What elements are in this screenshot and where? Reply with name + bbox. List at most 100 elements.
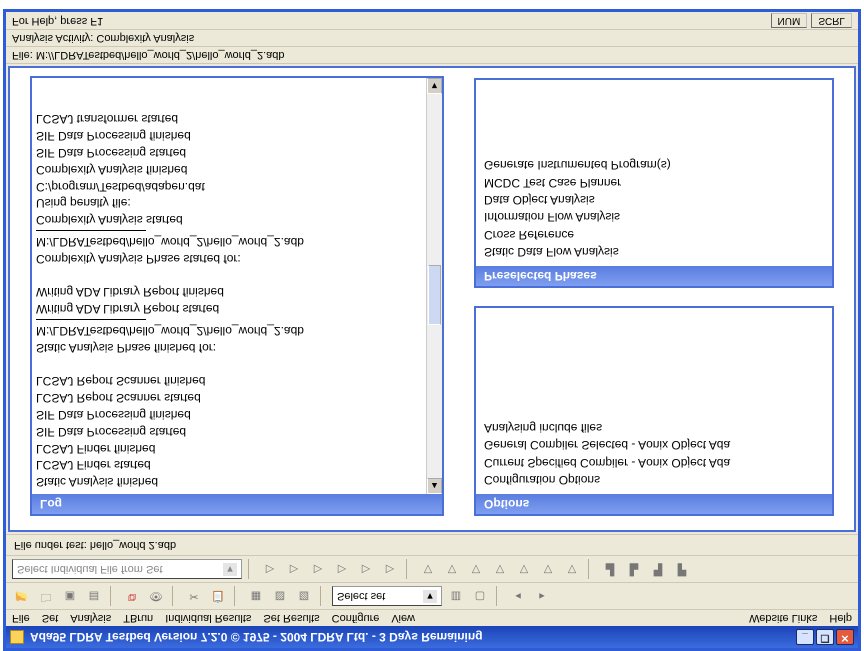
tool-folder-icon[interactable]: 🗀 bbox=[36, 586, 56, 606]
log-line bbox=[36, 267, 422, 284]
log-body: Static Analysis finishedLCSAJ Finder sta… bbox=[32, 78, 442, 494]
minimize-button[interactable]: _ bbox=[796, 629, 814, 645]
menu-analysis[interactable]: Analysis bbox=[70, 612, 111, 624]
log-separator bbox=[36, 230, 146, 231]
phases-item: Information Flow Analysis bbox=[484, 208, 824, 225]
tool-block-1-icon[interactable]: ▽ bbox=[418, 559, 438, 579]
menu-view[interactable]: View bbox=[391, 612, 415, 624]
log-line: Complexity Analysis Phase started for: bbox=[36, 250, 422, 267]
log-line: LCSAJ Report Scanner started bbox=[36, 389, 422, 406]
tool-block-3-icon[interactable]: ▽ bbox=[466, 559, 486, 579]
tool-set-remove-icon[interactable]: ▢ bbox=[470, 586, 490, 606]
tool-run-5-icon[interactable]: ▷ bbox=[356, 559, 376, 579]
window-title: Ada95 LDRA Testbed Version 7.2.0 © 1975 … bbox=[30, 630, 483, 644]
phases-item: Generate Instrumented Program(s) bbox=[484, 156, 824, 173]
close-button[interactable]: ✕ bbox=[836, 629, 854, 645]
log-line bbox=[36, 356, 422, 373]
tool-block-5-icon[interactable]: ▽ bbox=[514, 559, 534, 579]
info-file-label: File: bbox=[12, 49, 33, 61]
options-list: Configuration Options Current Specified … bbox=[476, 308, 832, 494]
tool-run-1-icon[interactable]: ▷ bbox=[260, 559, 280, 579]
tool-block-7-icon[interactable]: ▽ bbox=[562, 559, 582, 579]
tool-doc-red-icon[interactable]: ▣ bbox=[60, 586, 80, 606]
log-line: M:/LDRATestbed/hello_world_2/hello_world… bbox=[36, 233, 422, 250]
titlebar: Ada95 LDRA Testbed Version 7.2.0 © 1975 … bbox=[6, 626, 858, 648]
log-panel-title: Log bbox=[32, 494, 442, 514]
phases-panel: Preselected Phases Static Data Flow Anal… bbox=[474, 78, 834, 288]
menu-help[interactable]: Help bbox=[829, 612, 852, 624]
tool-block-2-icon[interactable]: ▽ bbox=[442, 559, 462, 579]
tool-run-2-icon[interactable]: ▷ bbox=[284, 559, 304, 579]
log-line: SIF Data Processing finished bbox=[36, 128, 422, 145]
menu-individual-results[interactable]: Individual Results bbox=[165, 612, 251, 624]
toolbar-2: Select Individual File from Set ▾ ▷ ▷ ▷ … bbox=[6, 555, 858, 582]
menu-website-links[interactable]: Website Links bbox=[749, 612, 817, 624]
tool-chart-1-icon[interactable]: ▟ bbox=[600, 559, 620, 579]
tool-config-2-icon[interactable]: ▧ bbox=[270, 586, 290, 606]
tool-config-1-icon[interactable]: ▦ bbox=[246, 586, 266, 606]
info-file-path: M://LDRATestbed/hello_world_2/hello_worl… bbox=[36, 49, 285, 61]
info-activity-label: Analysis Activity: bbox=[12, 32, 93, 44]
combo-arrow-icon: ▾ bbox=[423, 590, 437, 603]
scroll-track[interactable] bbox=[427, 94, 442, 478]
options-item: General Compiler Selected - Aonix Object… bbox=[484, 436, 824, 453]
log-line: LCSAJ Finder finished bbox=[36, 440, 422, 457]
log-separator bbox=[36, 319, 146, 320]
log-line: Complexity Analysis finished bbox=[36, 161, 422, 178]
file-under-test-value: hello_world 2.adb bbox=[90, 539, 176, 551]
tool-open-icon[interactable]: 📂 bbox=[12, 586, 32, 606]
phases-item: Data Object Analysis bbox=[484, 191, 824, 208]
menu-configure[interactable]: Configure bbox=[332, 612, 380, 624]
tool-run-4-icon[interactable]: ▷ bbox=[332, 559, 352, 579]
options-item: Analysing include files bbox=[484, 419, 824, 436]
scroll-thumb[interactable] bbox=[428, 265, 441, 325]
tool-eye-icon[interactable]: 👁 bbox=[146, 586, 166, 606]
tool-config-3-icon[interactable]: ▨ bbox=[294, 586, 314, 606]
status-num: NUM bbox=[771, 13, 808, 28]
log-panel: Log Static Analysis finishedLCSAJ Finder… bbox=[30, 76, 444, 516]
tool-chart-4-icon[interactable]: ▛ bbox=[672, 559, 692, 579]
tool-right-icon[interactable]: ▸ bbox=[532, 586, 552, 606]
info-activity-value: Complexity Analysis bbox=[96, 32, 194, 44]
tool-doc-icon[interactable]: ▤ bbox=[84, 586, 104, 606]
app-icon: Ada95 LDRA Testbed Version 7.2.0 © 1975 … bbox=[10, 630, 483, 644]
tool-set-add-icon[interactable]: ▥ bbox=[446, 586, 466, 606]
log-line: LCSAJ Finder started bbox=[36, 457, 422, 474]
log-line: SIF Data Processing started bbox=[36, 423, 422, 440]
tool-paste-icon[interactable]: 📋 bbox=[208, 586, 228, 606]
scroll-down-icon[interactable]: ▼ bbox=[427, 78, 442, 94]
tool-run-6-icon[interactable]: ▷ bbox=[380, 559, 400, 579]
info-file-line: File: M://LDRATestbed/hello_world_2/hell… bbox=[6, 47, 858, 64]
info-activity-line: Analysis Activity: Complexity Analysis bbox=[6, 30, 858, 47]
tool-block-6-icon[interactable]: ▽ bbox=[538, 559, 558, 579]
tool-chart-2-icon[interactable]: ▙ bbox=[624, 559, 644, 579]
tool-block-4-icon[interactable]: ▽ bbox=[490, 559, 510, 579]
toolbar-1: 📂 🗀 ▣ ▤ ⧉ 👁 ✂ 📋 ▦ ▧ ▨ Select set ▾ ▥ ▢ ◂… bbox=[6, 582, 858, 609]
tool-tree-icon[interactable]: ⧉ bbox=[122, 586, 142, 606]
scroll-up-icon[interactable]: ▲ bbox=[427, 478, 442, 494]
tool-scissors-icon[interactable]: ✂ bbox=[184, 586, 204, 606]
select-set-combo[interactable]: Select set ▾ bbox=[332, 586, 442, 606]
options-panel: Options Configuration Options Current Sp… bbox=[474, 306, 834, 516]
select-file-combo[interactable]: Select Individual File from Set ▾ bbox=[12, 559, 242, 579]
tool-left-icon[interactable]: ◂ bbox=[508, 586, 528, 606]
log-scrollbar[interactable]: ▲ ▼ bbox=[426, 78, 442, 494]
menu-file[interactable]: File bbox=[12, 612, 30, 624]
menu-set-results[interactable]: Set Results bbox=[263, 612, 319, 624]
log-line: SIF Data Processing finished bbox=[36, 406, 422, 423]
tool-run-3-icon[interactable]: ▷ bbox=[308, 559, 328, 579]
menu-tbrun[interactable]: TBrun bbox=[123, 612, 153, 624]
select-set-label: Select set bbox=[337, 590, 385, 602]
status-help-text: For Help, press F1 bbox=[12, 15, 103, 27]
phases-panel-title: Preselected Phases bbox=[476, 266, 832, 286]
tool-chart-3-icon[interactable]: ▜ bbox=[648, 559, 668, 579]
log-line: C:/program/Testbed/adapen.dat bbox=[36, 178, 422, 195]
log-lines: Static Analysis finishedLCSAJ Finder sta… bbox=[32, 78, 426, 494]
menu-set[interactable]: Set bbox=[42, 612, 59, 624]
maximize-button[interactable]: ❐ bbox=[816, 629, 834, 645]
log-line: SIF Data Processing started bbox=[36, 144, 422, 161]
log-line: LCSAJ Report Scanner finished bbox=[36, 373, 422, 390]
log-line: M:/LDRATestbed/hello_world_2/hello_world… bbox=[36, 322, 422, 339]
menubar: File Set Analysis TBrun Individual Resul… bbox=[6, 609, 858, 626]
log-line: Using penalty file: bbox=[36, 195, 422, 212]
